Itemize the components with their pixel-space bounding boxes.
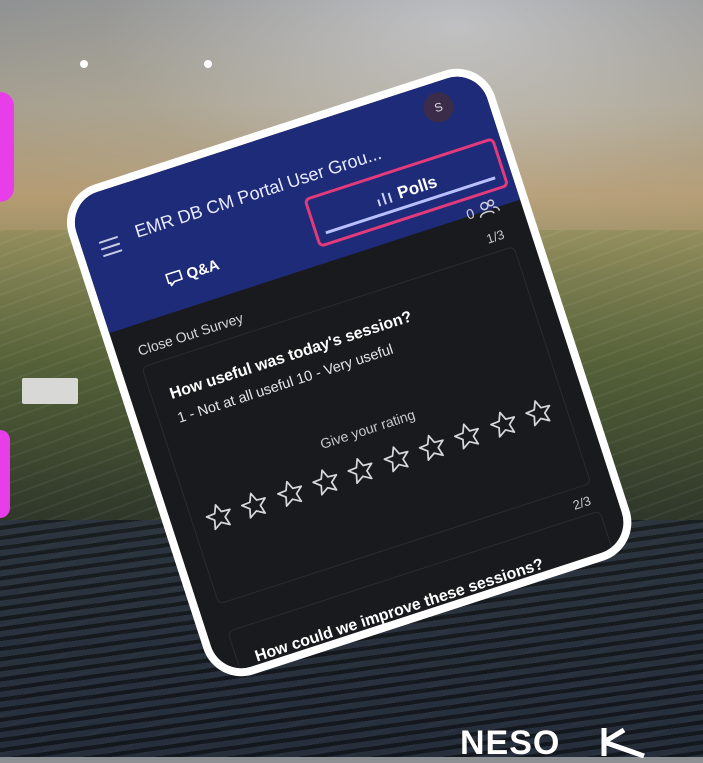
star-icon[interactable] [200,497,238,535]
star-icon[interactable] [271,474,309,512]
tab-qa-label: Q&A [184,256,222,283]
star-icon[interactable] [378,440,416,478]
decorative-dot [80,60,88,68]
participants-count: 0 [464,204,477,223]
star-icon[interactable] [413,428,451,466]
magenta-shape-top [0,92,14,202]
question-counter: 1/3 [484,226,507,247]
neso-logo-mark-icon [601,727,645,758]
magenta-shape-bottom [0,430,10,518]
star-icon[interactable] [307,463,345,501]
star-icon[interactable] [342,451,380,489]
barn-building [22,378,78,404]
neso-logo: NESO [460,724,561,762]
star-icon[interactable] [520,393,558,431]
question-counter: 2/3 [570,493,593,513]
star-icon[interactable] [484,405,522,443]
star-icon[interactable] [449,417,487,455]
hamburger-menu-icon[interactable] [98,235,123,258]
speech-bubble-icon [165,269,183,287]
star-icon[interactable] [236,486,274,524]
decorative-dot [204,60,212,68]
tab-qa[interactable]: Q&A [163,256,221,289]
poll-bars-icon [376,192,393,207]
user-avatar[interactable]: S [419,88,458,127]
